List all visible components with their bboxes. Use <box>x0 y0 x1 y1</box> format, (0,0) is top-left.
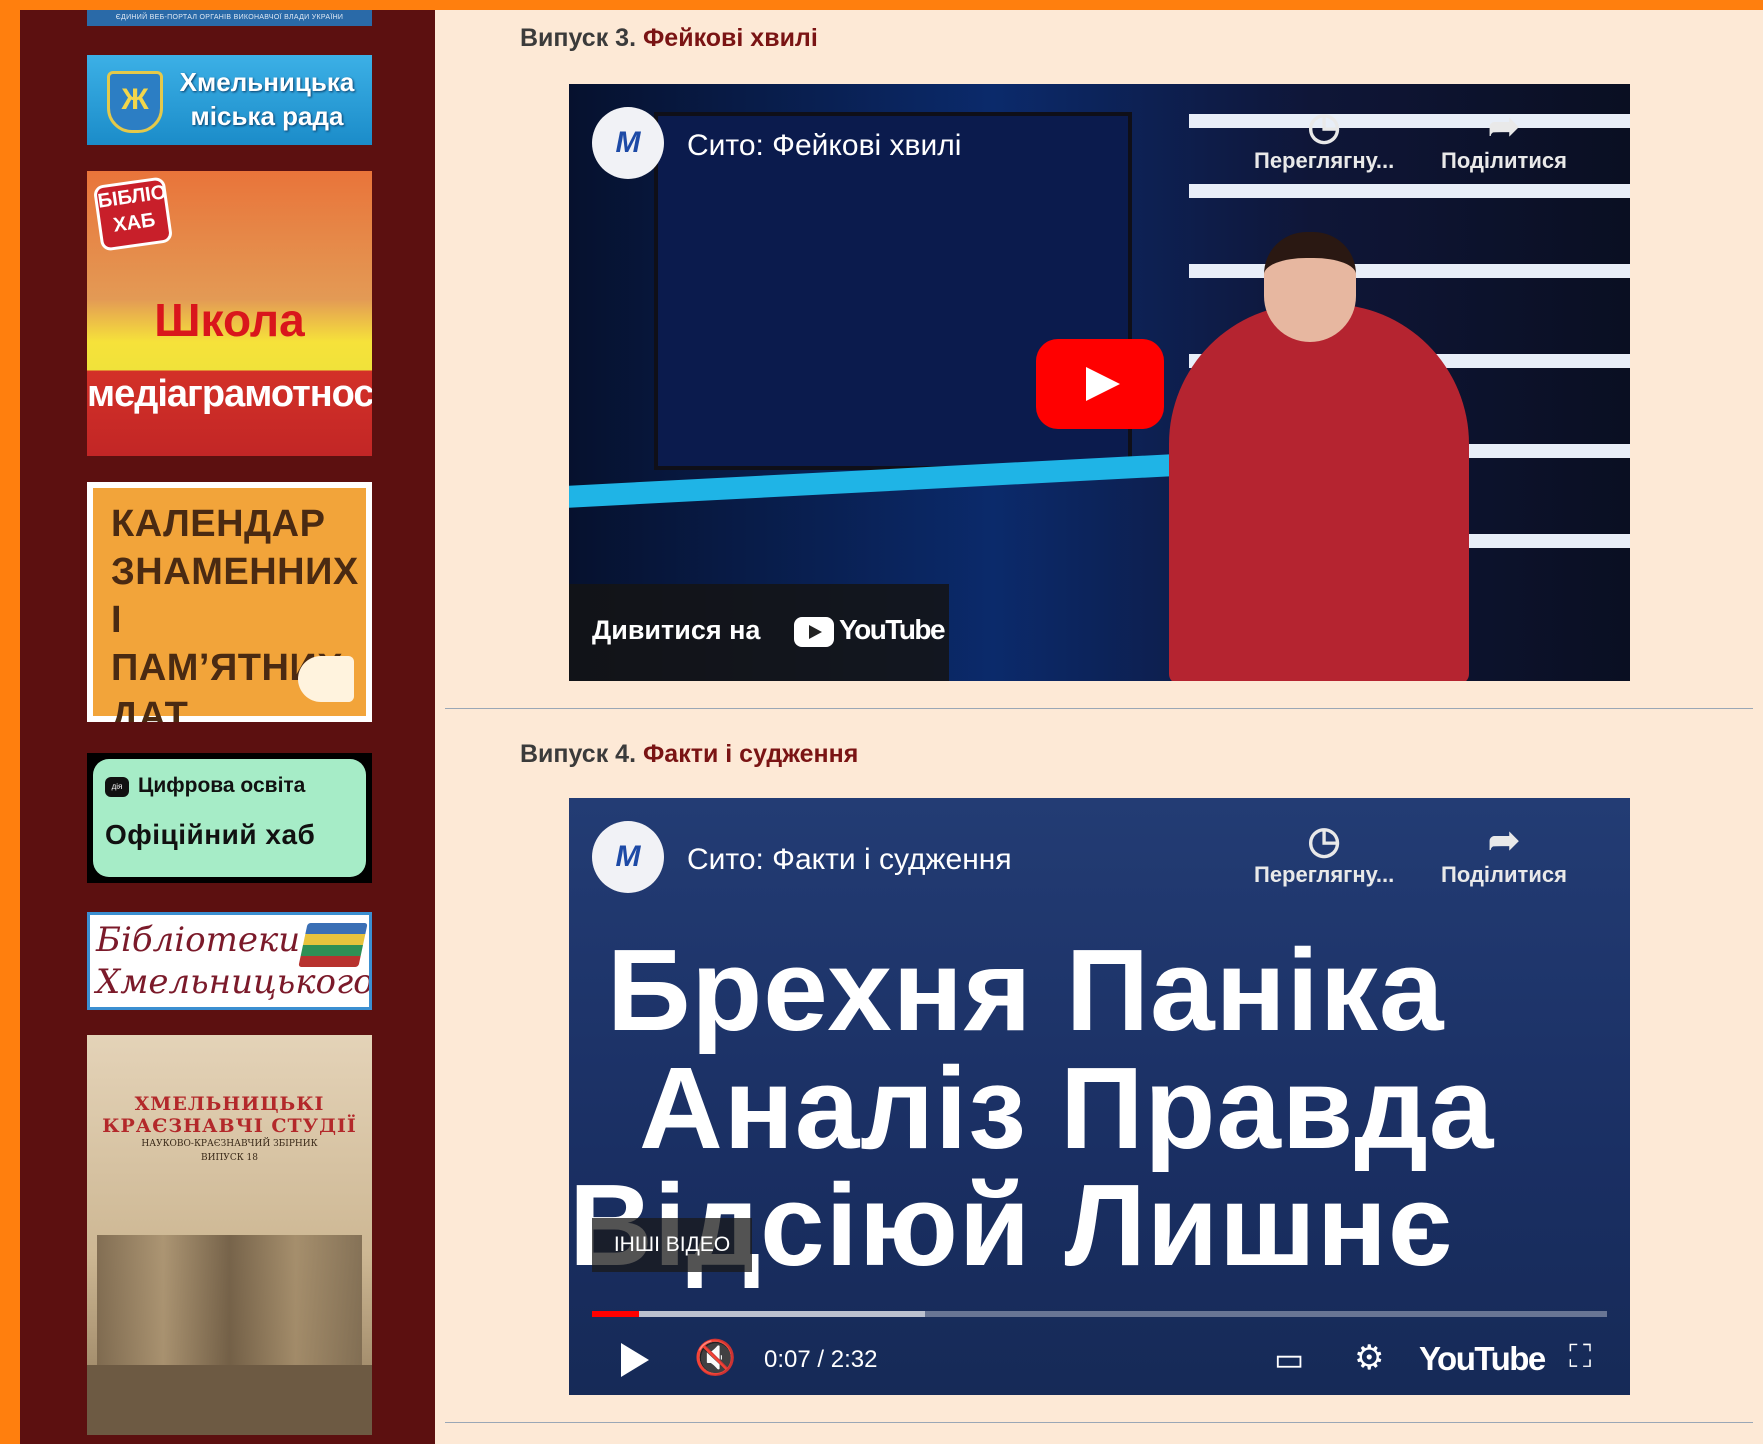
digital-education-panel: дія Цифрова освіта Офіційний хаб <box>93 759 366 877</box>
progress-bar[interactable] <box>592 1311 1607 1317</box>
presenter-figure <box>1169 304 1469 681</box>
share-icon: ➦ <box>1488 106 1520 148</box>
video-title[interactable]: Сито: Фейкові хвилі <box>687 129 961 163</box>
video-frame-word-line2: Аналіз Правда <box>639 1043 1495 1173</box>
youtube-logo-icon <box>794 617 834 647</box>
official-hub-text: Офіційний хаб <box>105 819 316 850</box>
play-icon[interactable] <box>621 1343 649 1377</box>
city-emblem-icon: Ж <box>107 71 163 133</box>
city-council-banner[interactable]: Ж Хмельницька міська рада <box>87 55 372 145</box>
share-label: Поділитися <box>1441 862 1567 887</box>
clock-icon: ◷ <box>1307 106 1341 148</box>
clock-icon: ◷ <box>1307 820 1341 862</box>
presenter-head <box>1264 232 1356 342</box>
watch-later-button[interactable]: ◷ Переглягну... <box>1254 820 1394 888</box>
diia-logo-icon: дія <box>105 777 129 797</box>
share-label: Поділитися <box>1441 148 1567 173</box>
video-frame-word-line1: Брехня Паніка <box>607 925 1445 1055</box>
episode-3-number: Випуск 3. <box>520 24 637 52</box>
libraries-line2: Хмельницького <box>96 962 372 1002</box>
book-title: ХМЕЛЬНИЦЬКІ КРАЄЗНАВЧІ СТУДІЇ <box>87 1093 372 1137</box>
channel-logo-icon[interactable]: M <box>592 107 664 179</box>
old-buildings-photo <box>97 1235 362 1385</box>
city-council-text: Хмельницька міська рада <box>179 67 355 131</box>
book-title-line2: КРАЄЗНАВЧІ СТУДІЇ <box>102 1115 357 1137</box>
calendar-dates-banner[interactable]: КАЛЕНДАР ЗНАМЕННИХ І ПАМ’ЯТНИХ ДАТ <box>87 482 372 722</box>
share-icon: ➦ <box>1488 820 1520 862</box>
school-subtitle: медіаграмотності <box>87 373 372 415</box>
youtube-wordmark: YouTube <box>839 614 946 645</box>
episode-3-video-player[interactable]: M Сито: Фейкові хвилі ◷ Переглягну... ➦ … <box>569 84 1630 681</box>
episode-4-heading: Випуск 4. Факти і судження <box>520 740 858 769</box>
libraries-banner[interactable]: Бібліотеки Хмельницького <box>87 912 372 1010</box>
portal-banner-text: ЄДИНИЙ ВЕБ-ПОРТАЛ ОРГАНІВ ВИКОНАВЧОЇ ВЛА… <box>115 14 344 21</box>
sidebar: ЄДИНИЙ ВЕБ-ПОРТАЛ ОРГАНІВ ВИКОНАВЧОЇ ВЛА… <box>20 10 435 1444</box>
book-issue: ВИПУСК 18 <box>201 1153 258 1163</box>
channel-logo-icon[interactable]: M <box>592 821 664 893</box>
divider <box>445 1422 1753 1423</box>
left-border <box>0 0 20 1444</box>
studio-stripe <box>1189 264 1630 278</box>
share-button[interactable]: ➦ Поділитися <box>1441 106 1567 174</box>
episode-3-heading: Випуск 3. Фейкові хвилі <box>520 24 818 53</box>
episode-4-title-link[interactable]: Факти і судження <box>643 740 858 768</box>
digital-education-title: Цифрова освіта <box>138 774 306 797</box>
watch-later-label: Переглягну... <box>1254 148 1395 173</box>
watch-on-label: Дивитися на <box>592 615 761 645</box>
progress-buffered <box>592 1311 925 1317</box>
portal-banner[interactable]: ЄДИНИЙ ВЕБ-ПОРТАЛ ОРГАНІВ ВИКОНАВЧОЇ ВЛА… <box>87 10 372 26</box>
bibliohab-badge: БІБЛІО ХАБ <box>92 176 174 252</box>
play-button[interactable] <box>1036 339 1164 429</box>
media-literacy-school-banner[interactable]: БІБЛІО ХАБ Школа медіаграмотності <box>87 171 372 456</box>
watch-later-label: Переглягну... <box>1254 862 1395 887</box>
progress-played <box>592 1311 639 1317</box>
book-subtitle: НАУКОВО-КРАЄЗНАВЧИЙ ЗБІРНИК <box>141 1139 318 1149</box>
books-icon <box>298 923 368 967</box>
book-title-line1: ХМЕЛЬНИЦЬКІ <box>134 1093 325 1115</box>
subtitles-icon[interactable]: ▭ <box>1274 1340 1304 1378</box>
top-border <box>0 0 1763 10</box>
video-title[interactable]: Сито: Факти і судження <box>687 843 1012 877</box>
hand-icon <box>298 656 354 702</box>
episode-4-number: Випуск 4. <box>520 740 637 768</box>
more-videos-button[interactable]: ІНШІ ВІДЕО <box>592 1218 752 1272</box>
local-history-book-banner[interactable]: ХМЕЛЬНИЦЬКІ КРАЄЗНАВЧІ СТУДІЇ НАУКОВО-КР… <box>87 1035 372 1435</box>
share-button[interactable]: ➦ Поділитися <box>1441 820 1567 888</box>
time-display: 0:07 / 2:32 <box>764 1346 878 1373</box>
watch-later-button[interactable]: ◷ Переглягну... <box>1254 106 1394 174</box>
fullscreen-icon[interactable]: ⛶ <box>1569 1338 1591 1376</box>
settings-gear-icon[interactable]: ⚙ <box>1354 1338 1384 1378</box>
watch-on-youtube-button[interactable]: Дивитися на YouTube <box>569 584 949 681</box>
divider <box>445 708 1753 709</box>
school-title: Школа <box>154 294 305 346</box>
episode-4-video-player[interactable]: Брехня Паніка Аналіз Правда Відсіюй Лишн… <box>569 798 1630 1395</box>
studio-stripe <box>1189 184 1630 198</box>
mute-icon[interactable]: 🔇 <box>694 1338 736 1378</box>
digital-education-banner[interactable]: дія Цифрова освіта Офіційний хаб <box>87 753 372 883</box>
youtube-logo-button[interactable]: YouTube <box>1419 1340 1546 1378</box>
street-photo <box>87 1365 372 1435</box>
calendar-panel: КАЛЕНДАР ЗНАМЕННИХ І ПАМ’ЯТНИХ ДАТ <box>93 488 366 722</box>
episode-3-title-link[interactable]: Фейкові хвилі <box>643 24 818 52</box>
